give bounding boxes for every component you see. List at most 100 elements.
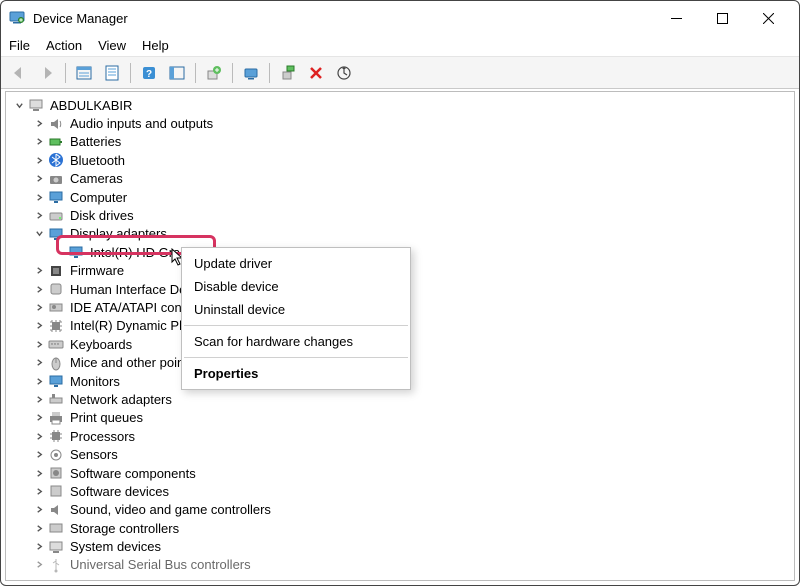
expand-icon[interactable] [32,558,46,572]
expand-icon[interactable] [32,411,46,425]
tree-item-system[interactable]: System devices [6,537,794,555]
minimize-button[interactable] [653,1,699,35]
tree-root[interactable]: ABDULKABIR [6,96,794,114]
separator [232,63,233,83]
collapse-icon[interactable] [12,98,26,112]
delete-button[interactable] [304,61,328,85]
monitor-icon [48,189,64,205]
expand-icon[interactable] [32,190,46,204]
disk-icon [48,208,64,224]
separator [130,63,131,83]
tree-item-software-devices[interactable]: Software devices [6,482,794,500]
maximize-button[interactable] [699,1,745,35]
context-disable-device[interactable]: Disable device [182,275,410,298]
scan-hardware-button[interactable] [332,61,356,85]
update-driver-button[interactable] [202,61,226,85]
tree-item-software-components[interactable]: Software components [6,464,794,482]
collapse-icon[interactable] [32,227,46,241]
forward-button[interactable] [35,61,59,85]
context-separator [184,357,408,358]
context-update-driver[interactable]: Update driver [182,252,410,275]
help-button[interactable]: ? [137,61,161,85]
context-scan-hardware[interactable]: Scan for hardware changes [182,330,410,353]
expand-icon[interactable] [32,209,46,223]
camera-icon [48,171,64,187]
tree-item-display-adapters[interactable]: Display adapters [6,225,794,243]
expand-icon[interactable] [32,172,46,186]
bluetooth-icon [48,152,64,168]
context-menu: Update driver Disable device Uninstall d… [181,247,411,390]
tree-item-audio[interactable]: Audio inputs and outputs [6,114,794,132]
software-icon [48,483,64,499]
tree-item-storage[interactable]: Storage controllers [6,519,794,537]
menu-file[interactable]: File [9,38,30,53]
expand-icon[interactable] [32,374,46,388]
expand-icon[interactable] [32,429,46,443]
expand-icon[interactable] [32,300,46,314]
separator [65,63,66,83]
root-label: ABDULKABIR [50,98,132,113]
expand-icon[interactable] [32,264,46,278]
expand-icon[interactable] [32,319,46,333]
keyboard-icon [48,336,64,352]
menu-view[interactable]: View [98,38,126,53]
menubar: File Action View Help [1,35,799,57]
mouse-icon [48,355,64,371]
context-separator [184,325,408,326]
firmware-icon [48,263,64,279]
monitor-icon [48,373,64,389]
expand-icon[interactable] [32,392,46,406]
chip-icon [48,318,64,334]
expand-icon[interactable] [32,448,46,462]
expand-icon[interactable] [32,337,46,351]
tree-item-processors[interactable]: Processors [6,427,794,445]
network-icon [48,391,64,407]
tree-item-print[interactable]: Print queues [6,409,794,427]
sensor-icon [48,447,64,463]
disable-device-button[interactable] [239,61,263,85]
context-properties[interactable]: Properties [182,362,410,385]
expand-icon[interactable] [32,503,46,517]
show-hide-button[interactable] [72,61,96,85]
expand-icon[interactable] [32,282,46,296]
expand-icon[interactable] [32,521,46,535]
expand-icon[interactable] [32,117,46,131]
app-icon [9,9,25,28]
battery-icon [48,134,64,150]
svg-text:?: ? [146,69,152,80]
ide-icon [48,299,64,315]
window-title: Device Manager [33,11,128,26]
expand-icon[interactable] [32,153,46,167]
tree-item-disk-drives[interactable]: Disk drives [6,206,794,224]
menu-action[interactable]: Action [46,38,82,53]
expand-icon[interactable] [32,135,46,149]
tree-item-cameras[interactable]: Cameras [6,170,794,188]
printer-icon [48,410,64,426]
tree-item-sound[interactable]: Sound, video and game controllers [6,501,794,519]
tree-item-bluetooth[interactable]: Bluetooth [6,151,794,169]
menu-help[interactable]: Help [142,38,169,53]
context-uninstall-device[interactable]: Uninstall device [182,298,410,321]
display-icon [48,226,64,242]
properties-button[interactable] [100,61,124,85]
expand-icon[interactable] [32,484,46,498]
tree-item-network[interactable]: Network adapters [6,390,794,408]
display-icon [68,244,84,260]
storage-icon [48,520,64,536]
back-button[interactable] [7,61,31,85]
tree-item-usb[interactable]: Universal Serial Bus controllers [6,556,794,574]
separator [269,63,270,83]
uninstall-button[interactable] [276,61,300,85]
close-button[interactable] [745,1,791,35]
tree-item-batteries[interactable]: Batteries [6,133,794,151]
expand-icon[interactable] [32,466,46,480]
titlebar: Device Manager [1,1,799,35]
tree-item-computer[interactable]: Computer [6,188,794,206]
expand-icon[interactable] [32,540,46,554]
scan-button-1[interactable] [165,61,189,85]
toolbar: ? [1,57,799,89]
tree-item-sensors[interactable]: Sensors [6,445,794,463]
component-icon [48,465,64,481]
usb-icon [48,557,64,573]
expand-icon[interactable] [32,356,46,370]
